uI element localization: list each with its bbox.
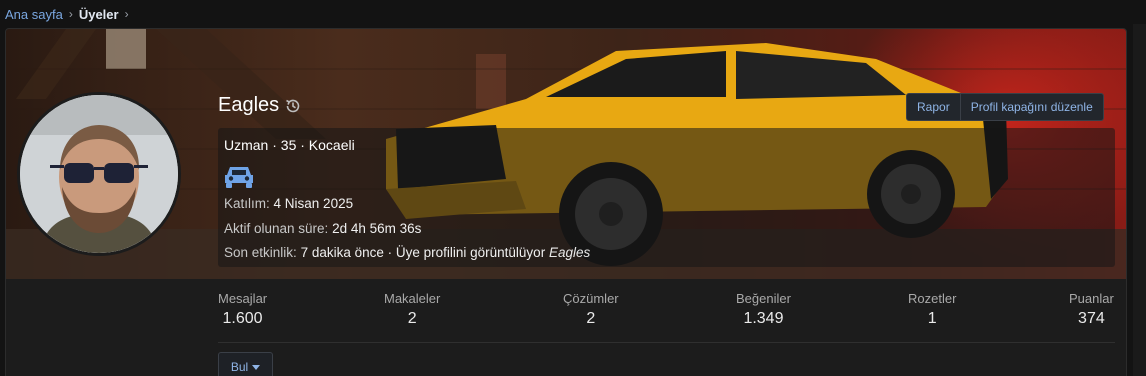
username[interactable]: Eagles [218, 94, 279, 117]
chevron-right-icon: › [68, 7, 73, 21]
find-button[interactable]: Bul [218, 352, 273, 376]
user-title: Uzman · 35 · Kocaeli [224, 137, 355, 153]
stat-messages[interactable]: Mesajlar 1.600 [218, 291, 267, 328]
username-row: Eagles [218, 94, 302, 117]
active-time-label: Aktif olunan süre: [224, 221, 329, 236]
stat-label: Çözümler [563, 291, 619, 306]
last-activity-line: Son etkinlik: 7 dakika önce · Üye profil… [224, 245, 590, 260]
caret-down-icon [252, 364, 261, 370]
active-time-value: 2d 4h 56m 36s [332, 221, 422, 236]
stat-articles[interactable]: Makaleler 2 [384, 291, 440, 328]
stat-label: Beğeniler [736, 291, 791, 306]
joined-label: Katılım: [224, 196, 270, 211]
stat-value: 1.600 [222, 310, 263, 327]
stat-label: Makaleler [384, 291, 441, 306]
last-activity-label: Son etkinlik: [224, 245, 297, 260]
history-icon[interactable] [284, 97, 302, 115]
edit-cover-button[interactable]: Profil kapağını düzenle [959, 94, 1103, 120]
breadcrumb: Ana sayfa › Üyeler › [5, 5, 129, 23]
stat-label: Mesajlar [218, 291, 268, 306]
stats-divider [218, 342, 1115, 343]
page-scrollbar[interactable] [1133, 24, 1146, 376]
breadcrumb-home-link[interactable]: Ana sayfa [5, 7, 63, 22]
stat-badges[interactable]: Rozetler 1 [908, 291, 956, 328]
cover-button-group: Rapor Profil kapağını düzenle [906, 93, 1104, 121]
car-icon [223, 163, 255, 189]
stat-points[interactable]: Puanlar 374 [1069, 291, 1114, 328]
stat-likes[interactable]: Beğeniler 1.349 [736, 291, 791, 328]
chevron-right-icon: › [124, 7, 129, 21]
joined-line: Katılım: 4 Nisan 2025 [224, 196, 353, 211]
joined-date: 4 Nisan 2025 [273, 196, 354, 211]
stat-solutions[interactable]: Çözümler 2 [563, 291, 619, 328]
report-button[interactable]: Rapor [907, 94, 960, 120]
stat-value: 2 [586, 310, 596, 327]
stat-value: 1 [927, 310, 937, 327]
profile-stats: Mesajlar 1.600 Makaleler 2 Çözümler 2 Be… [218, 291, 1115, 341]
find-button-label: Bul [230, 360, 249, 374]
stat-value: 1.349 [743, 310, 784, 327]
last-activity-target[interactable]: Eagles [549, 245, 590, 260]
stat-label: Puanlar [1069, 291, 1114, 306]
last-activity-value: 7 dakika önce · Üye profilini görüntülüy… [300, 245, 546, 260]
breadcrumb-members-link[interactable]: Üyeler [79, 7, 119, 22]
profile-card: Rapor Profil kapağını düzenle Eagles Uzm… [5, 28, 1127, 376]
active-time-line: Aktif olunan süre: 2d 4h 56m 36s [224, 221, 421, 236]
stat-label: Rozetler [908, 291, 957, 306]
stat-value: 2 [407, 310, 417, 327]
avatar[interactable] [17, 92, 181, 256]
stat-value: 374 [1078, 310, 1105, 327]
